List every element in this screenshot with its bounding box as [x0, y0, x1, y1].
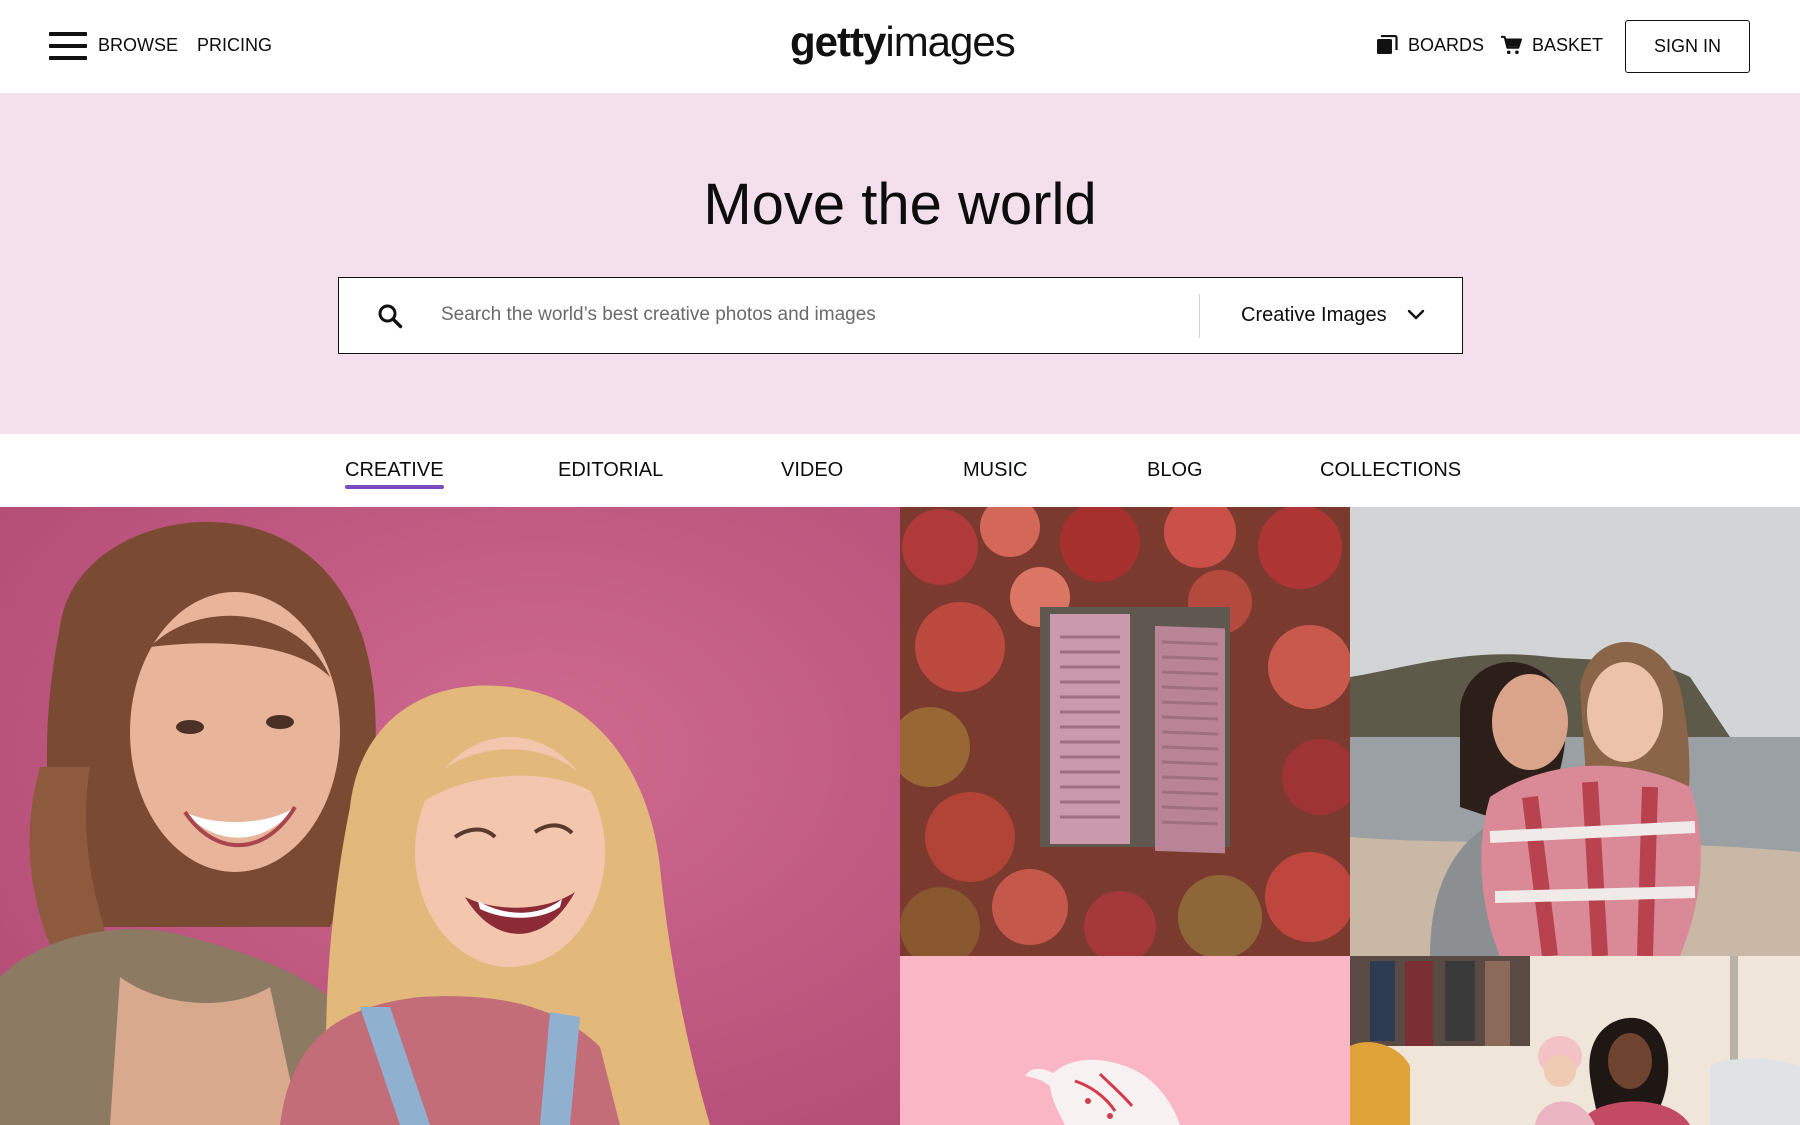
- search-icon[interactable]: [377, 303, 403, 329]
- market-family-illustration: [1350, 956, 1800, 1125]
- market-family-photo[interactable]: [1350, 956, 1800, 1125]
- basket-icon: [1501, 35, 1522, 55]
- content-type-dropdown[interactable]: Creative Images: [1241, 292, 1425, 338]
- browse-link[interactable]: BROWSE: [98, 34, 178, 56]
- beach-hug-illustration: [1350, 507, 1800, 956]
- chevron-down-icon: [1407, 309, 1424, 320]
- pink-bird-illustration: [900, 956, 1350, 1125]
- hero-title: Move the world: [703, 172, 1097, 237]
- boards-label: BOARDS: [1408, 34, 1485, 55]
- tab-blog[interactable]: BLOG: [1147, 458, 1203, 482]
- top-navigation-bar: BROWSE PRICING gettyimages BOARDS BASKET…: [0, 0, 1800, 93]
- menu-icon[interactable]: [49, 32, 87, 60]
- pink-illustration-tile[interactable]: [900, 956, 1350, 1125]
- hero-banner: Move the world Creative Images: [0, 93, 1800, 434]
- boards-icon: [1377, 35, 1398, 54]
- tab-music[interactable]: MUSIC: [963, 458, 1027, 482]
- sign-in-button[interactable]: SIGN IN: [1625, 20, 1750, 73]
- ivy-window-illustration: [900, 507, 1350, 956]
- search-input[interactable]: [441, 292, 1121, 338]
- logo-text-images: images: [885, 18, 1015, 65]
- mother-and-daughter-photo[interactable]: [0, 507, 900, 1125]
- boards-link[interactable]: BOARDS: [1376, 34, 1484, 56]
- basket-link[interactable]: BASKET: [1500, 34, 1603, 56]
- basket-label: BASKET: [1532, 34, 1604, 55]
- pricing-link[interactable]: PRICING: [197, 34, 272, 56]
- search-divider: [1199, 294, 1200, 338]
- friends-hugging-on-beach-photo[interactable]: [1350, 507, 1800, 956]
- logo-text-getty: getty: [790, 18, 886, 65]
- tab-editorial[interactable]: EDITORIAL: [558, 458, 663, 482]
- tab-creative[interactable]: CREATIVE: [345, 458, 444, 489]
- search-bar: Creative Images: [338, 277, 1463, 354]
- ivy-window-shutters-photo[interactable]: [900, 507, 1350, 956]
- tab-collections[interactable]: COLLECTIONS: [1320, 458, 1461, 482]
- mother-and-daughter-illustration: [0, 507, 900, 1125]
- tab-video[interactable]: VIDEO: [781, 458, 843, 482]
- content-type-selected: Creative Images: [1241, 303, 1387, 326]
- content-tabs: CREATIVE EDITORIAL VIDEO MUSIC BLOG COLL…: [0, 434, 1800, 507]
- getty-images-logo[interactable]: gettyimages: [790, 16, 1016, 68]
